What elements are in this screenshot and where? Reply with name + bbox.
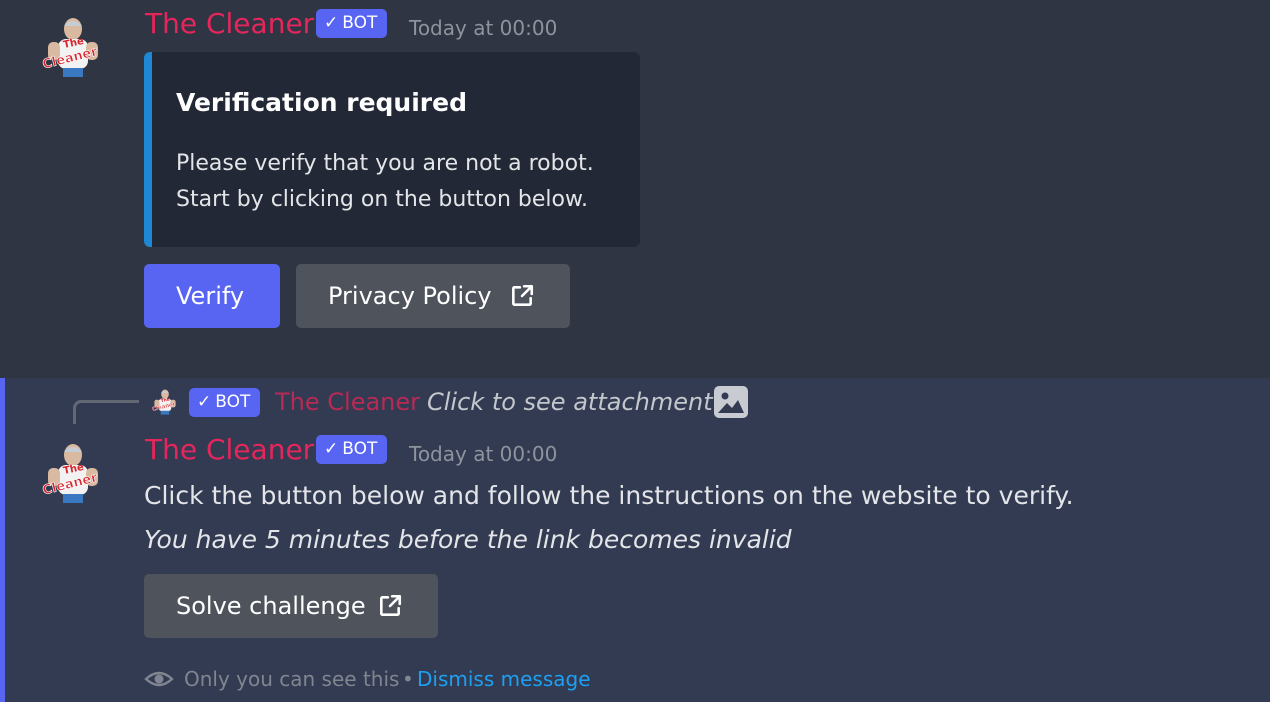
embed-description: Please verify that you are not a robot. … [176,146,594,218]
eye-icon [144,671,174,687]
check-icon: ✓ [324,13,339,33]
author-name[interactable]: The Cleaner [145,434,314,466]
embed-description-line-2: Start by clicking on the button below. [176,187,588,212]
image-icon [714,386,748,418]
external-link-icon [377,593,403,619]
external-link-icon [509,283,535,309]
bot-tag: ✓ BOT [316,435,388,464]
privacy-policy-button-label: Privacy Policy [328,282,492,310]
check-icon: ✓ [324,439,339,459]
the-cleaner-avatar[interactable] [40,438,106,504]
message-content-line-1: Click the button below and follow the in… [144,481,1074,510]
bot-tag-label: BOT [342,13,378,33]
bot-tag: ✓ BOT [316,9,388,38]
verify-button-label: Verify [176,282,245,310]
reply-avatar[interactable] [151,387,179,415]
message-verification: The Cleaner ✓ BOT Today at 00:00 Verifica… [0,0,1270,378]
verify-button[interactable]: Verify [144,264,280,328]
reply-connector [73,400,139,424]
the-cleaner-avatar[interactable] [40,12,106,78]
verification-embed: Verification required Please verify that… [144,52,640,247]
bot-tag-label: BOT [342,439,378,459]
reply-bot-tag-label: BOT [215,392,251,412]
reply-author-name[interactable]: The Cleaner [275,386,420,418]
privacy-policy-button[interactable]: Privacy Policy [296,264,570,328]
separator-dot: • [402,667,414,691]
timestamp[interactable]: Today at 00:00 [409,441,557,467]
solve-challenge-button[interactable]: Solve challenge [144,574,438,638]
reply-preview-text[interactable]: Click to see attachment [427,386,713,418]
dismiss-message-link[interactable]: Dismiss message [417,664,591,694]
check-icon: ✓ [197,392,212,412]
embed-title: Verification required [176,88,467,117]
author-name[interactable]: The Cleaner [145,8,314,40]
reply-bot-tag: ✓ BOT [189,388,261,417]
message-challenge: ✓ BOT The Cleaner Click to see attachment… [0,378,1270,702]
solve-challenge-button-label: Solve challenge [176,592,366,620]
message-content-line-2: You have 5 minutes before the link becom… [144,525,792,554]
timestamp[interactable]: Today at 00:00 [409,15,557,41]
ephemeral-note: Only you can see this [184,667,400,691]
embed-description-line-1: Please verify that you are not a robot. [176,151,594,176]
